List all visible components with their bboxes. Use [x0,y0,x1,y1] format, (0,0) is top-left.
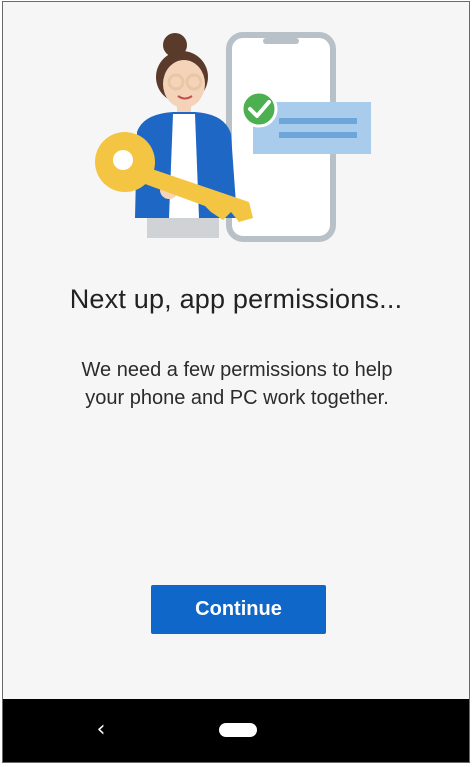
system-navigation-bar: ‹ [3,699,469,762]
continue-button[interactable]: Continue [151,585,326,634]
home-pill-icon[interactable] [219,723,257,737]
permissions-description: We need a few permissions to help your p… [81,359,393,409]
back-icon[interactable]: ‹ [91,717,111,742]
app-screen: Next up, app permissions... We need a fe… [2,1,470,763]
permissions-illustration [95,32,371,242]
page-title: Next up, app permissions... [69,284,403,314]
checkmark-icon [240,90,278,128]
